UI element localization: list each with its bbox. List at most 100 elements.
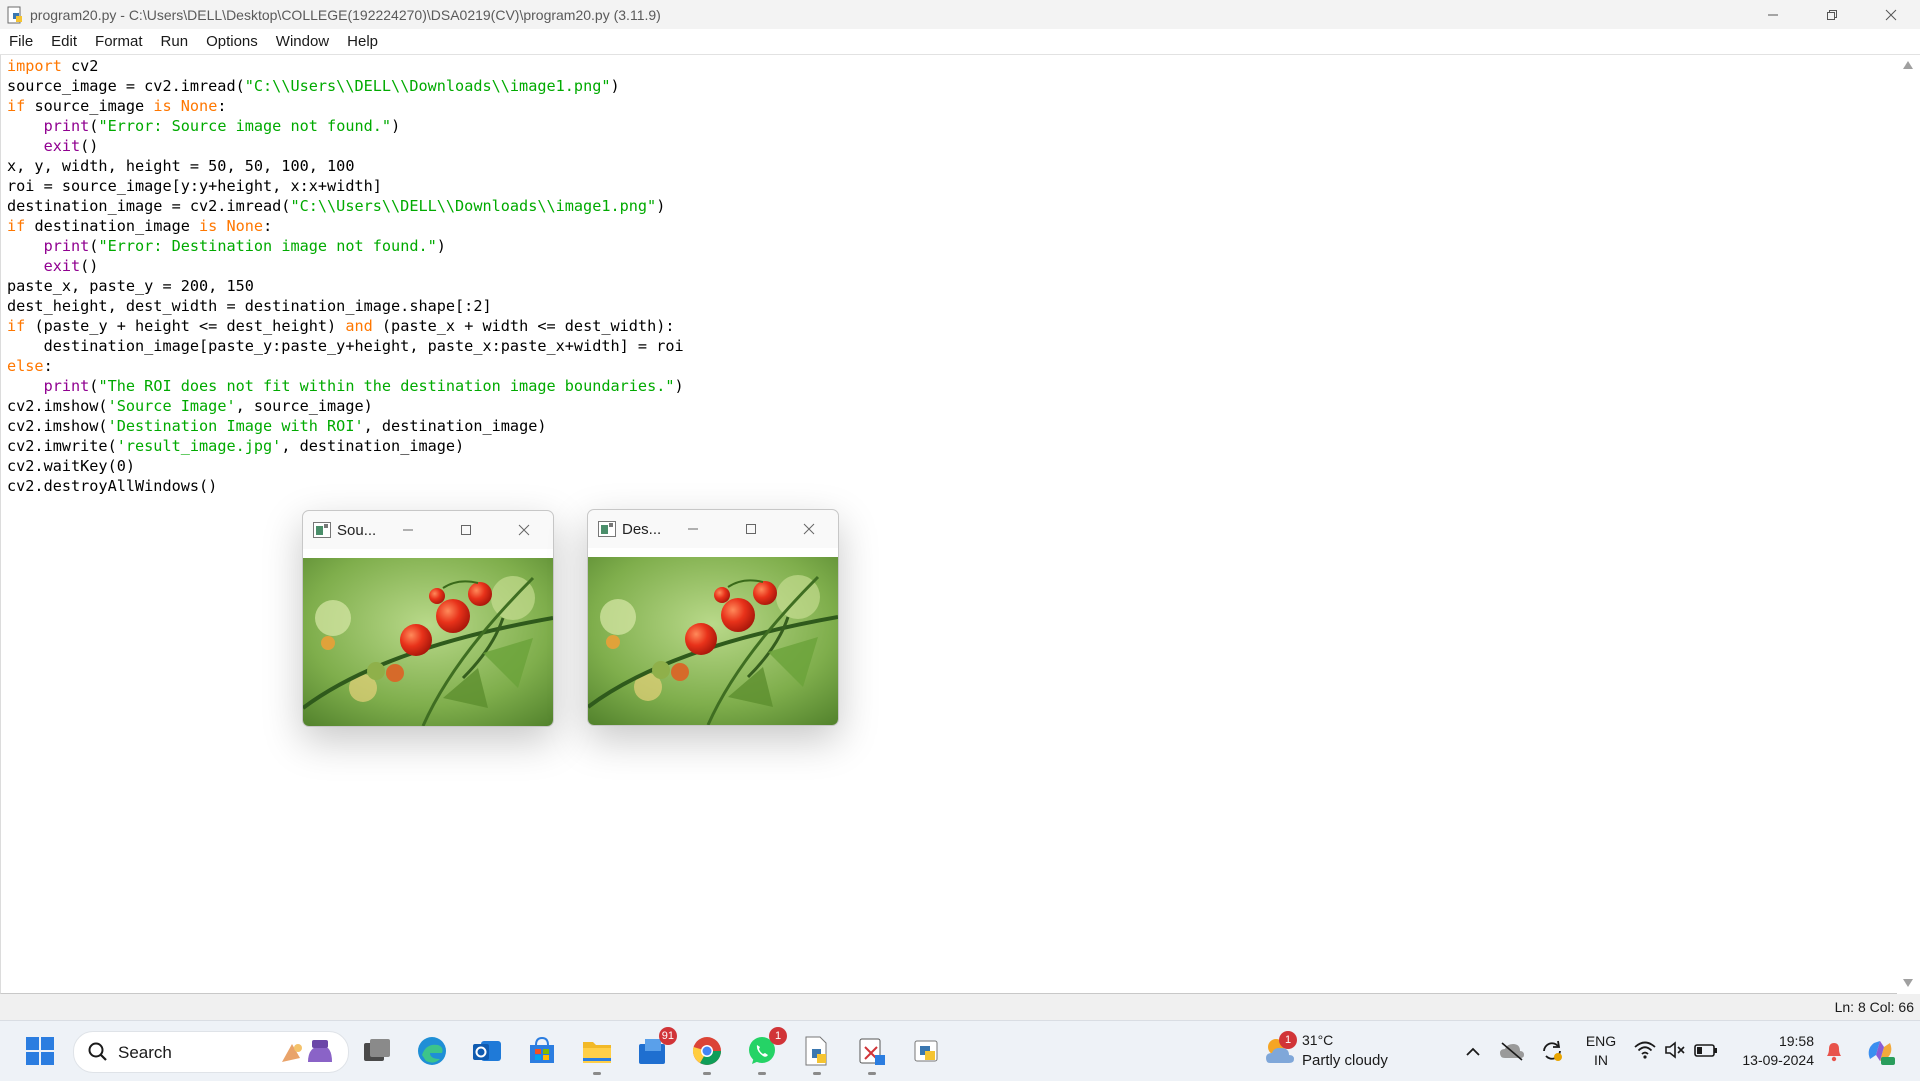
- code-token-str: "C:\\Users\\DELL\\Downloads\\image1.png": [290, 197, 657, 215]
- code-token-kw: is: [199, 217, 218, 235]
- code-line[interactable]: destination_image = cv2.imread("C:\\User…: [7, 196, 684, 216]
- notifications-button[interactable]: [1818, 1033, 1850, 1069]
- status-bar: Ln: 8 Col: 66: [0, 994, 1920, 1020]
- code-line[interactable]: if destination_image is None:: [7, 216, 684, 236]
- minimize-icon: [1767, 14, 1778, 15]
- vertical-scrollbar[interactable]: [1897, 55, 1920, 993]
- code-line[interactable]: import cv2: [7, 56, 684, 76]
- language-indicator[interactable]: ENG IN: [1576, 1031, 1626, 1071]
- destination-close-button[interactable]: [780, 510, 838, 548]
- cursor-position: Ln: 8 Col: 66: [1834, 999, 1914, 1015]
- weather-widget[interactable]: 1 31°C Partly cloudy: [1262, 1031, 1412, 1073]
- code-line[interactable]: cv2.waitKey(0): [7, 456, 684, 476]
- destination-image-window[interactable]: Des...: [587, 509, 839, 726]
- code-line[interactable]: cv2.imshow('Source Image', source_image): [7, 396, 684, 416]
- destination-maximize-button[interactable]: [722, 510, 780, 548]
- onedrive-tray-button[interactable]: [1494, 1033, 1530, 1069]
- source-minimize-button[interactable]: [379, 511, 437, 549]
- destination-minimize-button[interactable]: [664, 510, 722, 548]
- task-view-icon: [364, 1039, 390, 1061]
- menu-run[interactable]: Run: [152, 33, 198, 50]
- outlook-taskbar-button[interactable]: [469, 1033, 505, 1069]
- battery-icon: [1694, 1044, 1717, 1057]
- maximize-icon: [461, 525, 471, 535]
- source-image-window[interactable]: Sou...: [302, 510, 554, 727]
- destination-window-title: Des...: [622, 520, 662, 538]
- menu-window[interactable]: Window: [267, 33, 338, 50]
- scroll-up-icon[interactable]: [1903, 61, 1913, 69]
- snipping-tool-taskbar-button[interactable]: [854, 1033, 890, 1075]
- store-taskbar-button[interactable]: [524, 1033, 560, 1069]
- code-line[interactable]: paste_x, paste_y = 200, 150: [7, 276, 684, 296]
- code-token-bi: print: [43, 377, 90, 395]
- language-code: ENG: [1585, 1033, 1617, 1049]
- code-line[interactable]: print("Error: Destination image not foun…: [7, 236, 684, 256]
- code-line[interactable]: roi = source_image[y:y+height, x:x+width…: [7, 176, 684, 196]
- code-line[interactable]: if source_image is None:: [7, 96, 684, 116]
- code-line[interactable]: print("The ROI does not fit within the d…: [7, 376, 684, 396]
- minimize-button[interactable]: [1743, 0, 1802, 29]
- code-line[interactable]: cv2.imwrite('result_image.jpg', destinat…: [7, 436, 684, 456]
- code-line[interactable]: dest_height, dest_width = destination_im…: [7, 296, 684, 316]
- code-token: cv2.waitKey(0): [7, 457, 136, 475]
- code-line[interactable]: cv2.destroyAllWindows(): [7, 476, 684, 496]
- edge-taskbar-button[interactable]: [414, 1033, 450, 1069]
- code-token-kw: if: [7, 317, 26, 335]
- source-window-titlebar[interactable]: Sou...: [303, 511, 553, 549]
- destination-window-titlebar[interactable]: Des...: [588, 510, 838, 548]
- show-hidden-icons-button[interactable]: [1454, 1033, 1492, 1069]
- code-line[interactable]: source_image = cv2.imread("C:\\Users\\DE…: [7, 76, 684, 96]
- restore-button[interactable]: [1802, 0, 1861, 29]
- source-close-button[interactable]: [495, 511, 553, 549]
- python-file-icon: [805, 1036, 827, 1066]
- code-token: ): [610, 77, 620, 95]
- code-token: :: [217, 97, 227, 115]
- close-icon: [518, 524, 530, 536]
- task-view-button[interactable]: [359, 1033, 395, 1069]
- file-explorer-taskbar-button[interactable]: [579, 1033, 615, 1075]
- close-button[interactable]: [1861, 0, 1920, 29]
- code-text[interactable]: import cv2 source_image = cv2.imread("C:\…: [7, 56, 684, 496]
- whatsapp-taskbar-button[interactable]: 1: [744, 1027, 787, 1075]
- code-line[interactable]: cv2.imshow('Destination Image with ROI',…: [7, 416, 684, 436]
- bell-icon: [1827, 1043, 1841, 1062]
- code-token: cv2.imwrite(: [7, 437, 117, 455]
- source-maximize-button[interactable]: [437, 511, 495, 549]
- code-line[interactable]: exit(): [7, 136, 684, 156]
- menu-edit[interactable]: Edit: [42, 33, 86, 50]
- mail-taskbar-button[interactable]: 91: [634, 1027, 677, 1069]
- menu-file[interactable]: File: [0, 33, 42, 50]
- microsoft-store-icon: [530, 1036, 554, 1063]
- scroll-down-icon[interactable]: [1903, 979, 1913, 987]
- cloud-offline-icon: [1500, 1042, 1524, 1061]
- python-app-icon: [914, 1040, 938, 1062]
- code-line[interactable]: x, y, width, height = 50, 50, 100, 100: [7, 156, 684, 176]
- code-token: source_image: [25, 97, 154, 115]
- sync-tray-button[interactable]: [1534, 1033, 1570, 1069]
- chrome-taskbar-button[interactable]: [689, 1033, 725, 1075]
- code-line[interactable]: exit(): [7, 256, 684, 276]
- taskbar-search[interactable]: Search: [73, 1031, 349, 1073]
- menu-options[interactable]: Options: [197, 33, 267, 50]
- menu-format[interactable]: Format: [86, 33, 152, 50]
- code-token: roi = source_image[y:y+height, x:x+width…: [7, 177, 382, 195]
- code-line[interactable]: print("Error: Source image not found."): [7, 116, 684, 136]
- window-title: program20.py - C:\Users\DELL\Desktop\COL…: [30, 6, 661, 23]
- start-button[interactable]: [22, 1033, 58, 1069]
- code-token-kw: import: [7, 57, 62, 75]
- copilot-button[interactable]: [1860, 1033, 1900, 1069]
- weather-description: Partly cloudy: [1302, 1052, 1388, 1069]
- code-token: ): [674, 377, 684, 395]
- python-taskbar-button[interactable]: [909, 1033, 945, 1069]
- running-indicator: [758, 1072, 766, 1075]
- menu-help[interactable]: Help: [338, 33, 387, 50]
- code-editor[interactable]: import cv2 source_image = cv2.imread("C:\…: [0, 55, 1897, 994]
- code-line[interactable]: else:: [7, 356, 684, 376]
- code-line[interactable]: if (paste_y + height <= dest_height) and…: [7, 316, 684, 336]
- clock[interactable]: 19:58 13-09-2024: [1732, 1031, 1814, 1071]
- idle-file-taskbar-button[interactable]: [799, 1033, 835, 1075]
- quick-settings-button[interactable]: [1632, 1039, 1720, 1063]
- code-line[interactable]: destination_image[paste_y:paste_y+height…: [7, 336, 684, 356]
